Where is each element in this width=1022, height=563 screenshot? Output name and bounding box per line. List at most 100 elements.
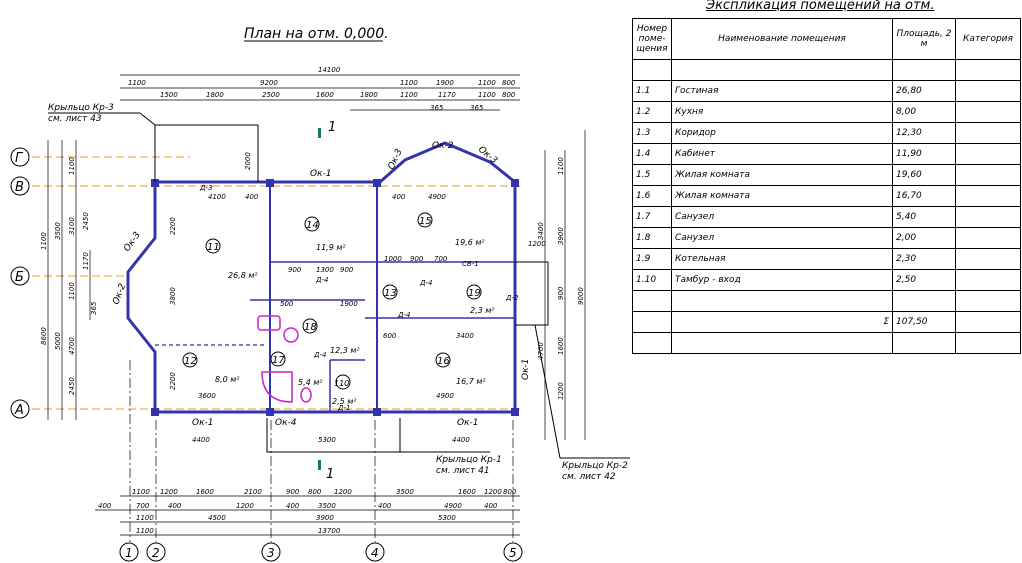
svg-text:1900: 1900 [340, 300, 358, 308]
porch-label: Крыльцо Кр-3 [48, 103, 114, 113]
svg-text:3800: 3800 [169, 287, 177, 305]
svg-text:1170: 1170 [82, 252, 90, 270]
table-row [632, 290, 1021, 312]
svg-text:1100: 1100 [68, 282, 76, 300]
header-name: Наименование помещения [671, 18, 893, 60]
svg-text:1600: 1600 [196, 488, 214, 496]
room-110: 110 2,5 м² [332, 374, 357, 406]
svg-text:3600: 3600 [198, 392, 216, 400]
svg-text:1100: 1100 [68, 157, 76, 175]
table-row: 1.5 Жилая комната 19,60 [632, 164, 1021, 186]
svg-text:Д-3: Д-3 [199, 184, 212, 192]
svg-text:1100: 1100 [557, 157, 565, 175]
svg-text:1: 1 [328, 120, 336, 135]
room-14: 14 11,9 м² [304, 216, 346, 252]
svg-text:4900: 4900 [436, 392, 454, 400]
explication-table: Номер поме- щения Наименование помещения… [632, 18, 1021, 354]
table-row: 1.3 Коридор 12,30 [632, 122, 1021, 144]
svg-text:19: 19 [468, 288, 481, 299]
svg-text:1800: 1800 [360, 91, 378, 99]
svg-text:16: 16 [437, 356, 450, 367]
table-row: 1.9 Котельная 2,30 [632, 248, 1021, 270]
room-12: 12 8,0 м² [182, 352, 240, 384]
svg-text:1900: 1900 [436, 79, 454, 87]
window-label: Ок-2 [432, 141, 454, 151]
window-label: Ок-3 [387, 147, 405, 171]
svg-text:800: 800 [503, 488, 517, 496]
svg-text:3100: 3100 [68, 217, 76, 235]
table-row: 1.10 Тамбур - вход 2,50 [632, 269, 1021, 291]
svg-text:900: 900 [286, 488, 300, 496]
svg-text:4: 4 [371, 546, 379, 560]
svg-text:9200: 9200 [260, 79, 278, 87]
svg-text:900: 900 [288, 266, 302, 274]
top-dim-labels: 14100 1100 9200 1100 1900 1100 800 1500 … [128, 66, 516, 112]
svg-text:2450: 2450 [82, 212, 90, 230]
table-row [632, 59, 1021, 81]
svg-text:14100: 14100 [318, 66, 341, 74]
svg-text:1600: 1600 [316, 91, 334, 99]
room-19: 19 2,3 м² [466, 284, 495, 315]
porch-label: Крыльцо Кр-2 [562, 461, 628, 471]
svg-text:3400: 3400 [537, 222, 545, 240]
svg-text:2450: 2450 [68, 377, 76, 395]
axis-col-circles: 1 2 3 4 5 [119, 542, 523, 562]
svg-text:1200: 1200 [557, 382, 565, 400]
svg-text:1000: 1000 [384, 255, 402, 263]
room-markers: 11 26,8 м² 14 11,9 м² 15 19,6 м² 12 8,0 м² 1… [182, 212, 495, 406]
svg-text:2200: 2200 [169, 372, 177, 390]
svg-text:365: 365 [90, 301, 98, 315]
svg-text:900: 900 [340, 266, 354, 274]
svg-text:5300: 5300 [318, 436, 336, 444]
svg-text:4100: 4100 [208, 193, 226, 201]
axis-label: А [14, 403, 24, 418]
svg-text:1300: 1300 [316, 266, 334, 274]
svg-text:400: 400 [392, 193, 406, 201]
svg-text:2: 2 [152, 546, 160, 560]
porch-sheet: см. лист 42 [562, 472, 616, 482]
window-label: Ок-1 [457, 418, 479, 428]
table-row: 1.1 Гостиная 26,80 [632, 80, 1021, 102]
svg-text:400: 400 [98, 502, 112, 510]
svg-text:14: 14 [306, 220, 319, 231]
inner-dim-labels: 4100 400 4900 400 2000 2200 3800 2200 36… [169, 152, 546, 444]
svg-text:800: 800 [308, 488, 322, 496]
svg-text:4400: 4400 [452, 436, 470, 444]
svg-text:800: 800 [502, 91, 516, 99]
svg-text:3900: 3900 [316, 514, 334, 522]
porch-label: Крыльцо Кр-1 [436, 455, 502, 465]
svg-text:СВ-1: СВ-1 [462, 260, 479, 268]
svg-text:Д-4: Д-4 [315, 276, 328, 284]
svg-text:500: 500 [280, 300, 294, 308]
section-marks [318, 128, 321, 470]
plan-title: План на отм. 0,000. [244, 26, 389, 42]
svg-text:17: 17 [272, 355, 285, 366]
svg-text:400: 400 [245, 193, 259, 201]
table-row [632, 332, 1021, 354]
svg-text:2100: 2100 [244, 488, 262, 496]
axis-label: В [15, 180, 24, 195]
svg-text:600: 600 [383, 332, 397, 340]
svg-text:26,8 м²: 26,8 м² [228, 271, 258, 280]
svg-text:110: 110 [334, 379, 349, 388]
svg-text:900: 900 [557, 286, 565, 300]
total-symbol: Σ [671, 311, 893, 333]
porch-sheet: см. лист 41 [436, 466, 490, 476]
axis-label: Б [15, 270, 24, 285]
svg-text:3500: 3500 [54, 222, 62, 240]
table-header: Номер поме- щения Наименование помещения… [632, 18, 1021, 60]
svg-text:800: 800 [502, 79, 516, 87]
right-dimensions [544, 130, 586, 440]
svg-text:3900: 3900 [557, 227, 565, 245]
svg-text:4900: 4900 [428, 193, 446, 201]
svg-text:1200: 1200 [160, 488, 178, 496]
svg-text:1: 1 [326, 467, 334, 482]
svg-text:1200: 1200 [236, 502, 254, 510]
table-total-row: Σ 107,50 [632, 311, 1021, 333]
svg-text:4700: 4700 [68, 337, 76, 355]
svg-text:12: 12 [184, 356, 197, 367]
svg-text:1100: 1100 [128, 79, 146, 87]
svg-text:Д-4: Д-4 [419, 279, 432, 287]
svg-text:2,5 м²: 2,5 м² [332, 397, 357, 406]
svg-text:700: 700 [434, 255, 448, 263]
